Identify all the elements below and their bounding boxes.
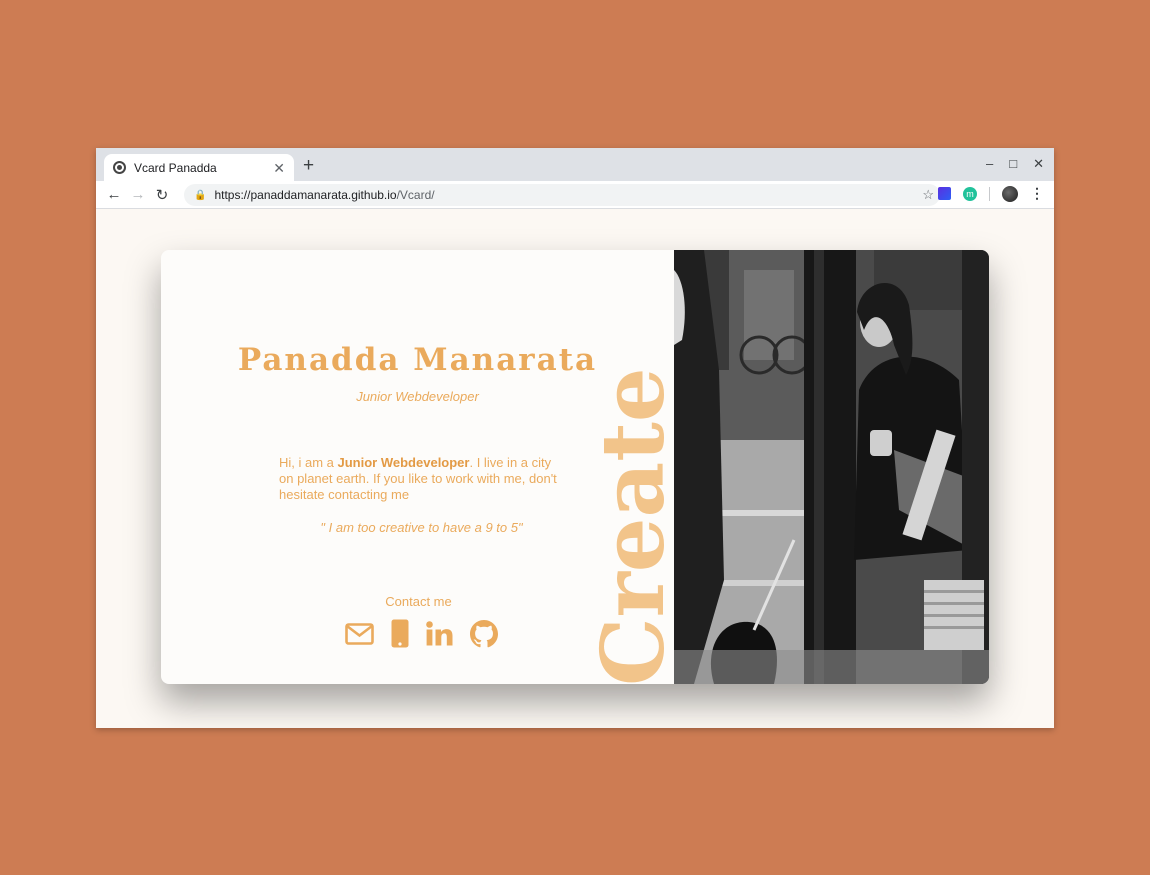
create-word: Create [589, 367, 684, 684]
extension-icon[interactable] [938, 187, 951, 200]
forward-button[interactable]: → [126, 186, 150, 203]
contact-icons [345, 619, 498, 648]
tab-bar: Vcard Panadda ✕ + – □ ✕ [96, 148, 1054, 181]
bio-highlight: Junior Webdeveloper [337, 455, 470, 470]
browser-window: Vcard Panadda ✕ + – □ ✕ ← → ↻ 🔒 https://… [96, 148, 1054, 728]
close-window-button[interactable]: ✕ [1033, 156, 1044, 172]
vcard: Panadda Manarata Junior Webdeveloper Hi,… [161, 250, 989, 684]
url-text: https://panaddamanarata.github.io/Vcard/ [214, 188, 434, 202]
photo-illustration [674, 250, 989, 684]
lock-icon: 🔒 [194, 189, 207, 201]
minimize-button[interactable]: – [986, 156, 993, 172]
url-path: /Vcard/ [396, 188, 435, 202]
envelope-icon[interactable] [345, 622, 374, 645]
close-tab-icon[interactable]: ✕ [273, 161, 285, 175]
github-icon[interactable] [470, 619, 498, 648]
globe-icon [113, 161, 126, 174]
profile-avatar[interactable] [1002, 185, 1018, 202]
reload-button[interactable]: ↻ [150, 186, 174, 204]
bio-text: Hi, i am a Junior Webdeveloper. I live i… [279, 455, 559, 503]
maximize-button[interactable]: □ [1009, 156, 1017, 172]
address-bar[interactable]: 🔒 https://panaddamanarata.github.io/Vcar… [184, 184, 940, 206]
toolbar-divider [989, 186, 990, 201]
url-host: https://panaddamanarata.github.io [214, 188, 397, 202]
bookmark-star-icon[interactable]: ☆ [922, 187, 934, 203]
profile-photo [674, 250, 989, 684]
menu-kebab-icon[interactable]: ⋮ [1030, 185, 1044, 202]
extension-m-icon[interactable]: m [963, 186, 977, 201]
page-viewport: Panadda Manarata Junior Webdeveloper Hi,… [96, 210, 1054, 728]
back-button[interactable]: ← [102, 186, 126, 203]
new-tab-button[interactable]: + [303, 156, 314, 175]
phone-icon[interactable] [391, 619, 409, 648]
browser-tab[interactable]: Vcard Panadda ✕ [104, 154, 294, 181]
extensions-area: m ⋮ [938, 185, 1044, 202]
window-controls: – □ ✕ [986, 156, 1044, 172]
browser-toolbar: ← → ↻ 🔒 https://panaddamanarata.github.i… [96, 181, 1054, 209]
linkedin-icon[interactable] [426, 621, 453, 646]
bio-intro: Hi, i am a [279, 455, 338, 470]
tab-title: Vcard Panadda [134, 160, 217, 175]
